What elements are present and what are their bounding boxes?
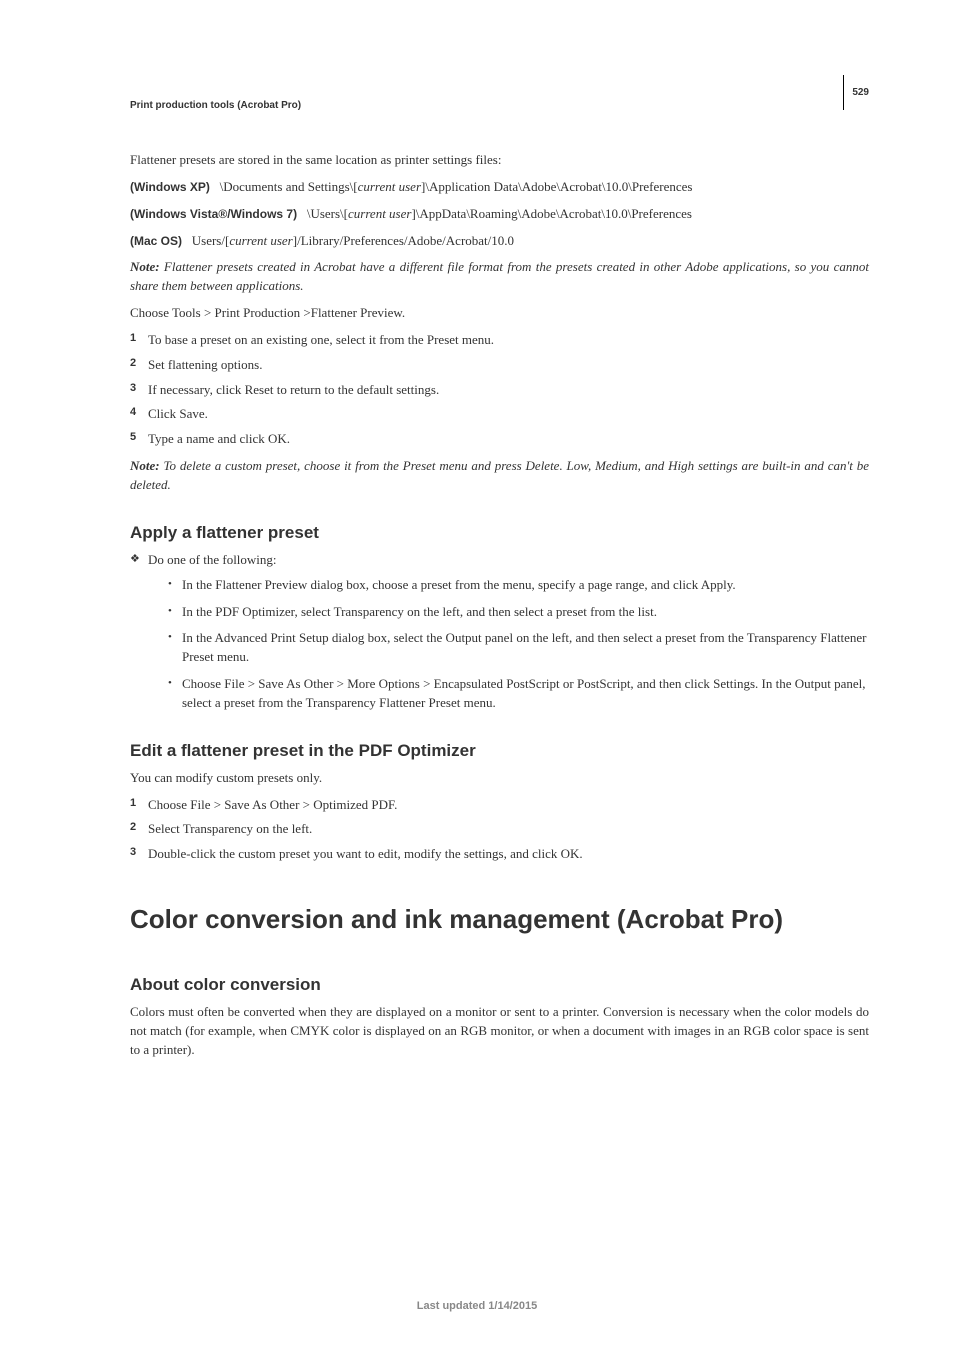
list-item: In the Flattener Preview dialog box, cho… (168, 576, 869, 595)
edit-intro: You can modify custom presets only. (130, 769, 869, 788)
breadcrumb: Print production tools (Acrobat Pro) (130, 100, 869, 111)
steps-create-preset: 1To base a preset on an existing one, se… (130, 331, 869, 449)
path-label: (Mac OS) (130, 234, 182, 248)
step-item: 1Choose File > Save As Other > Optimized… (130, 796, 869, 815)
step-item: 5Type a name and click OK. (130, 430, 869, 449)
section-heading-edit: Edit a flattener preset in the PDF Optim… (130, 741, 869, 761)
list-item: In the PDF Optimizer, select Transparenc… (168, 603, 869, 622)
intro-text: Flattener presets are stored in the same… (130, 151, 869, 170)
path-label: (Windows Vista®/Windows 7) (130, 207, 297, 221)
section-heading-apply: Apply a flattener preset (130, 523, 869, 543)
step-item: 4Click Save. (130, 405, 869, 424)
steps-edit-preset: 1Choose File > Save As Other > Optimized… (130, 796, 869, 865)
step-item: 3If necessary, click Reset to return to … (130, 381, 869, 400)
apply-list-inner: In the Flattener Preview dialog box, cho… (168, 576, 869, 713)
note-2: Note: To delete a custom preset, choose … (130, 457, 869, 495)
list-item: Choose File > Save As Other > More Optio… (168, 675, 869, 713)
step-item: 2Set flattening options. (130, 356, 869, 375)
chapter-heading: Color conversion and ink management (Acr… (130, 904, 869, 935)
list-item: In the Advanced Print Setup dialog box, … (168, 629, 869, 667)
step-item: 1To base a preset on an existing one, se… (130, 331, 869, 350)
list-item: Do one of the following: In the Flattene… (130, 551, 869, 713)
about-body: Colors must often be converted when they… (130, 1003, 869, 1060)
apply-list-outer: Do one of the following: In the Flattene… (130, 551, 869, 713)
note-label: Note: (130, 458, 163, 473)
path-windows-xp: (Windows XP) \Documents and Settings\[cu… (130, 178, 869, 197)
step-item: 2Select Transparency on the left. (130, 820, 869, 839)
page-number: 529 (843, 75, 869, 110)
path-label: (Windows XP) (130, 180, 210, 194)
choose-instruction: Choose Tools > Print Production >Flatten… (130, 304, 869, 323)
note-label: Note: (130, 259, 164, 274)
step-item: 3Double-click the custom preset you want… (130, 845, 869, 864)
section-heading-about: About color conversion (130, 975, 869, 995)
path-mac-os: (Mac OS) Users/[current user]/Library/Pr… (130, 232, 869, 251)
path-windows-vista: (Windows Vista®/Windows 7) \Users\[curre… (130, 205, 869, 224)
footer-updated: Last updated 1/14/2015 (0, 1300, 954, 1312)
note-1: Note: Flattener presets created in Acrob… (130, 258, 869, 296)
